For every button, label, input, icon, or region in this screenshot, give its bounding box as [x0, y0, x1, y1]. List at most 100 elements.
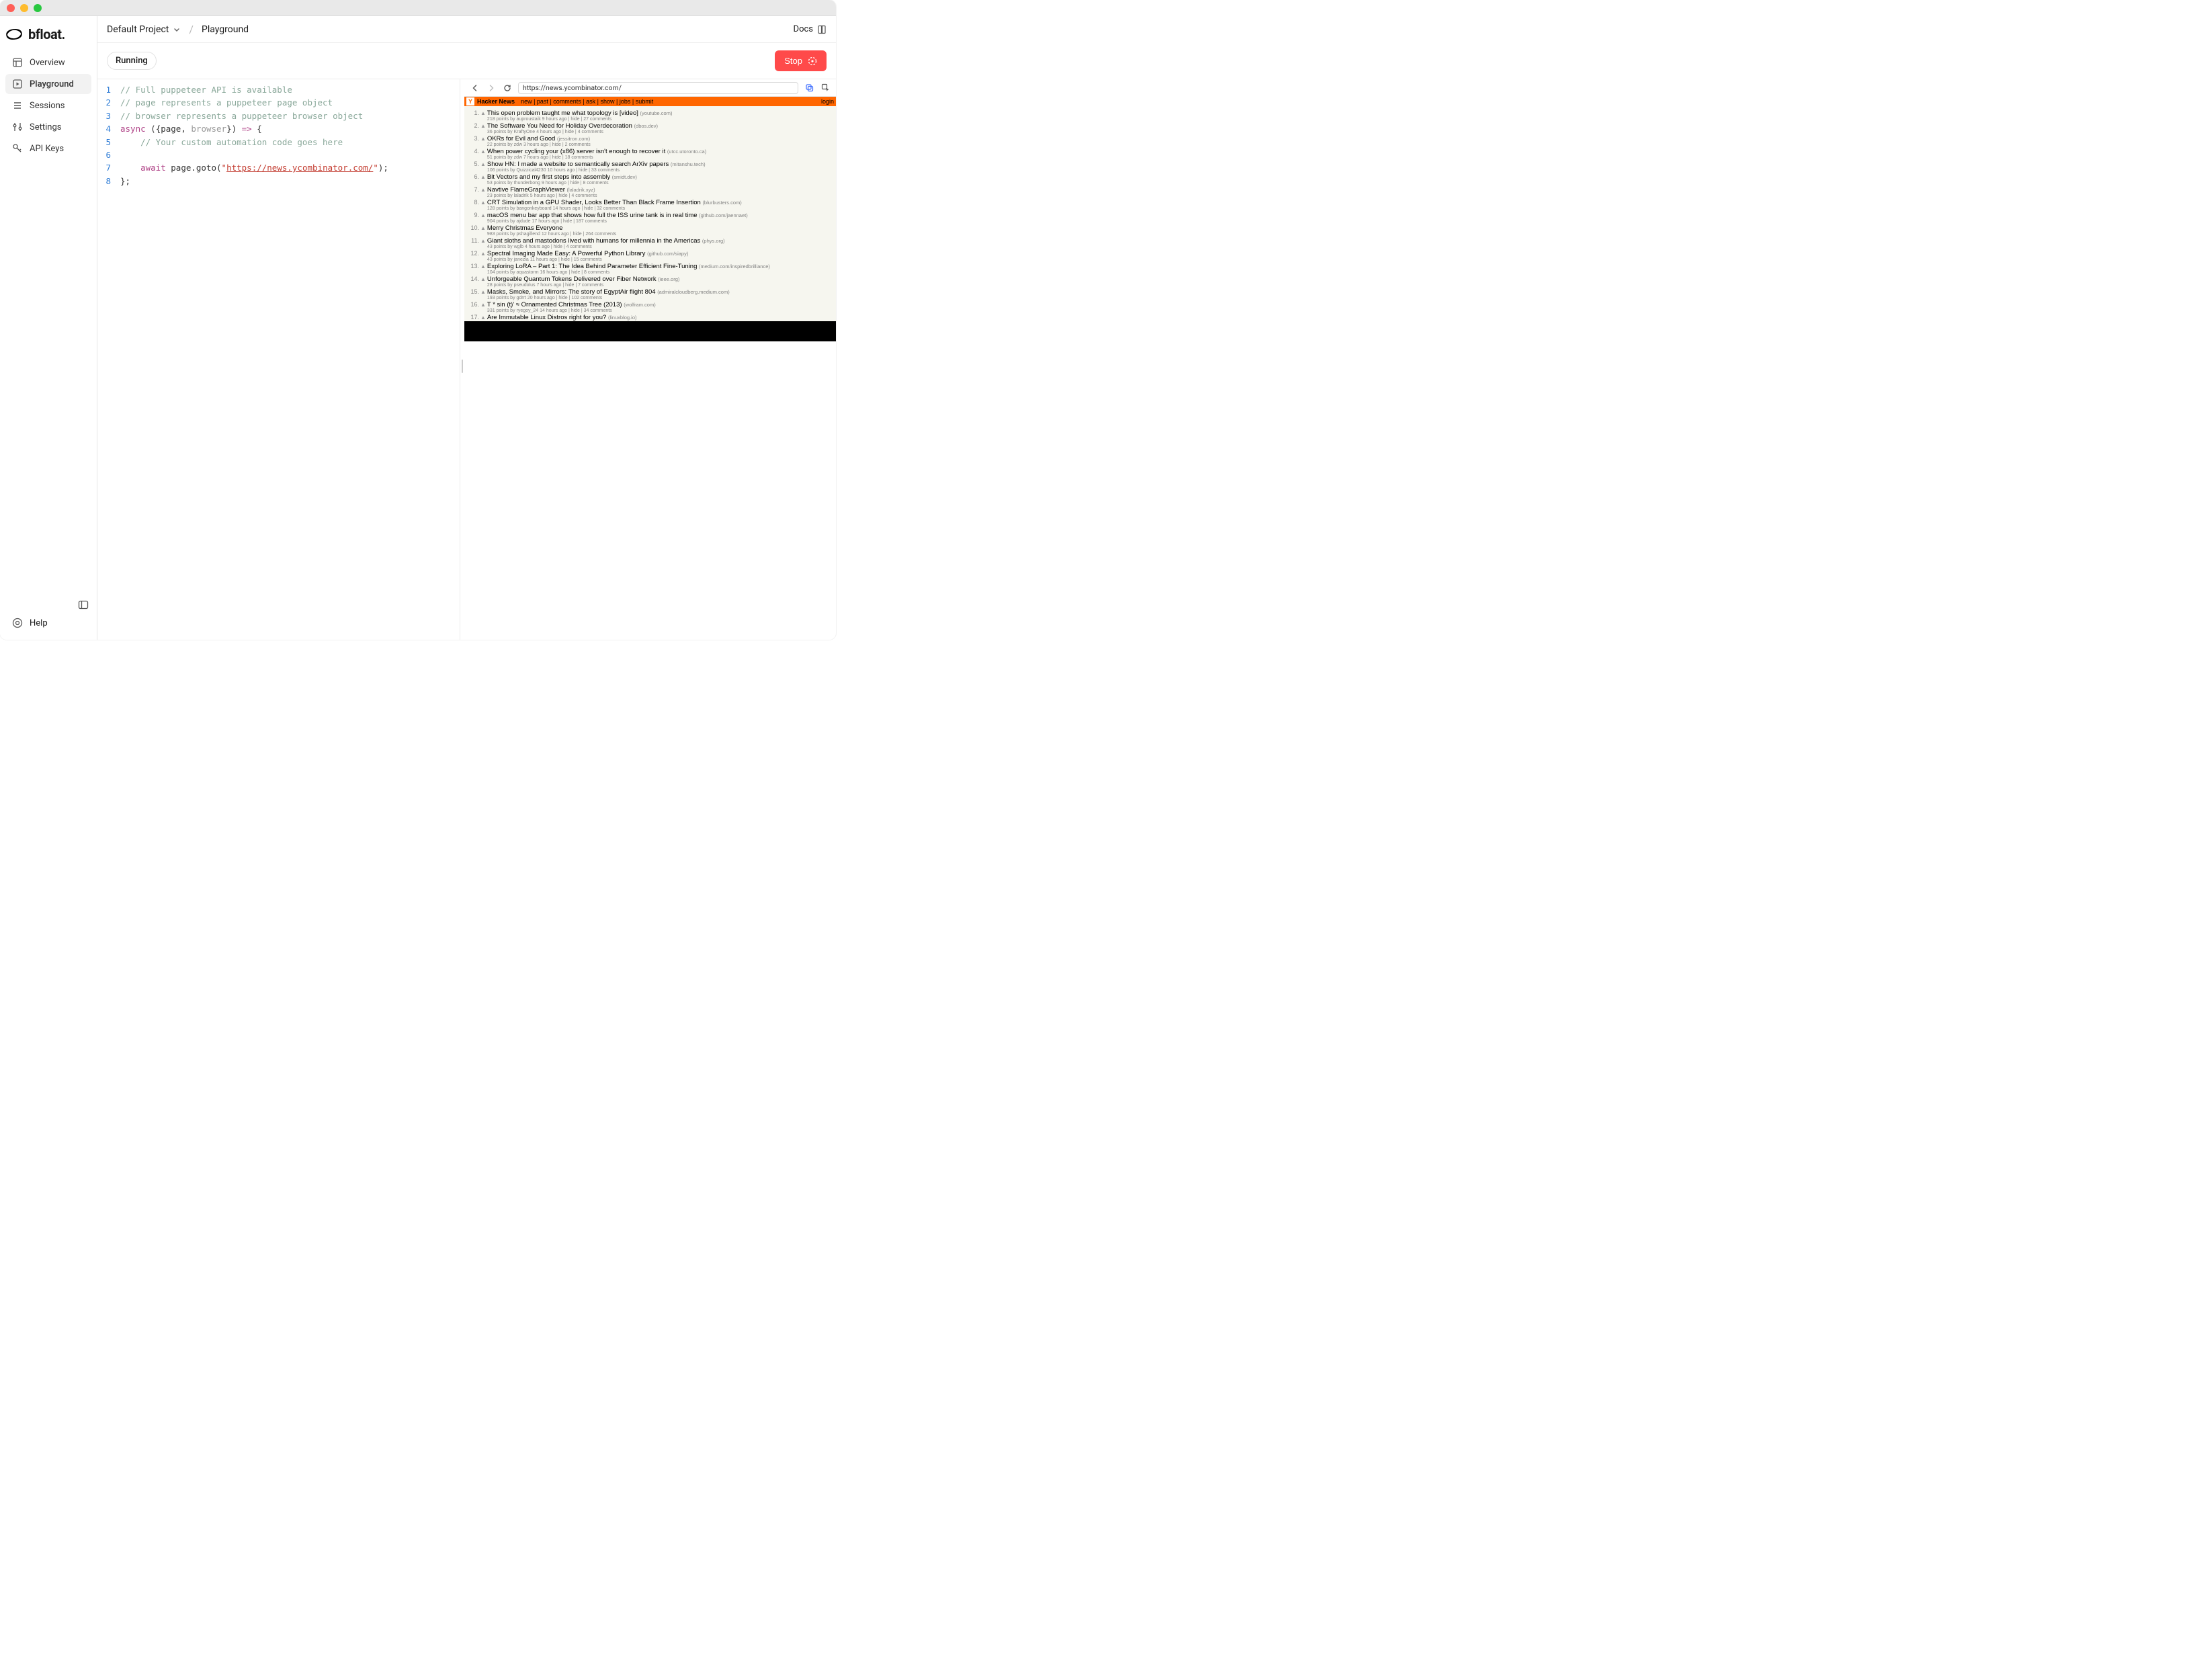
hn-story-subtext[interactable]: 43 points by wglb 4 hours ago | hide | 4…: [487, 245, 833, 249]
close-window-button[interactable]: [7, 4, 15, 12]
hn-upvote-icon[interactable]: ▲: [480, 237, 486, 249]
hn-story-subtext[interactable]: 23 points by laladrik 5 hours ago | hide…: [487, 194, 833, 198]
minimize-window-button[interactable]: [20, 4, 28, 12]
hn-story-domain[interactable]: (jessitron.com): [557, 136, 590, 142]
hn-story-subtext[interactable]: 193 points by gdrrt 20 hours ago | hide …: [487, 296, 833, 300]
hn-story-title[interactable]: This open problem taught me what topolog…: [487, 110, 638, 117]
hn-upvote-icon[interactable]: ▲: [480, 263, 486, 275]
hn-story-title[interactable]: Merry Christmas Everyone: [487, 224, 562, 232]
hn-story-subtext[interactable]: 51 points by zdw 7 hours ago | hide | 18…: [487, 155, 833, 160]
hn-story-title[interactable]: Bit Vectors and my first steps into asse…: [487, 173, 610, 181]
inspect-button[interactable]: [820, 83, 831, 93]
code-editor[interactable]: 1// Full puppeteer API is available2// p…: [97, 79, 460, 640]
hn-story-subtext[interactable]: 28 points by pseudolus 7 hours ago | hid…: [487, 283, 833, 288]
hn-story-title[interactable]: When power cycling your (x86) server isn…: [487, 148, 665, 155]
hn-story-subtext[interactable]: 218 points by auproustaik 9 hours ago | …: [487, 117, 833, 122]
code-line[interactable]: 6: [97, 149, 460, 161]
hn-story-domain[interactable]: (github.com/siapy): [647, 251, 688, 257]
sidebar-item-sessions[interactable]: Sessions: [5, 95, 91, 116]
stop-button[interactable]: Stop: [775, 50, 827, 71]
hn-story-title[interactable]: Unforgeable Quantum Tokens Delivered ove…: [487, 276, 657, 283]
hn-upvote-icon[interactable]: ▲: [480, 122, 486, 134]
hn-nav-jobs[interactable]: jobs: [620, 98, 631, 105]
hn-story-title[interactable]: Spectral Imaging Made Easy: A Powerful P…: [487, 250, 646, 257]
hn-upvote-icon[interactable]: ▲: [480, 186, 486, 198]
copy-url-button[interactable]: [804, 83, 814, 93]
hn-upvote-icon[interactable]: ▲: [480, 276, 486, 288]
sidebar-item-api-keys[interactable]: API Keys: [5, 138, 91, 159]
hn-story-title[interactable]: The Software You Need for Holiday Overde…: [487, 122, 632, 130]
hn-nav-past[interactable]: past: [537, 98, 548, 105]
hn-story-subtext[interactable]: 43 points by janezla 11 hours ago | hide…: [487, 257, 833, 262]
hn-story-title[interactable]: Exploring LoRA – Part 1: The Idea Behind…: [487, 263, 697, 270]
docs-link[interactable]: Docs: [794, 24, 827, 34]
sidebar-item-overview[interactable]: Overview: [5, 52, 91, 73]
code-line[interactable]: 2// page represents a puppeteer page obj…: [97, 96, 460, 109]
hn-story-subtext[interactable]: 22 points by zdw 3 hours ago | hide | 2 …: [487, 142, 833, 147]
hn-upvote-icon[interactable]: ▲: [480, 199, 486, 211]
hn-upvote-icon[interactable]: ▲: [480, 110, 486, 122]
hn-story-domain[interactable]: (ieee.org): [658, 276, 679, 282]
code-line[interactable]: 4async ({page, browser}) => {: [97, 122, 460, 135]
hn-story-subtext[interactable]: 904 points by ajdude 17 hours ago | hide…: [487, 219, 833, 224]
maximize-window-button[interactable]: [34, 4, 42, 12]
hn-story-subtext[interactable]: 36 points by KraftyOne 4 hours ago | hid…: [487, 130, 833, 134]
hn-story-domain[interactable]: (wolfram.com): [624, 302, 656, 308]
browser-forward-button[interactable]: [486, 83, 497, 93]
sidebar-item-playground[interactable]: Playground: [5, 74, 91, 94]
hn-login-link[interactable]: login: [821, 98, 834, 105]
hn-story-title[interactable]: Show HN: I made a website to semanticall…: [487, 161, 669, 168]
hn-story-subtext[interactable]: 331 points by ryegoy_24 14 hours ago | h…: [487, 308, 833, 313]
hn-upvote-icon[interactable]: ▲: [480, 301, 486, 313]
hn-story-subtext[interactable]: 106 points by Quizzical4230 10 hours ago…: [487, 168, 833, 173]
hn-story-title[interactable]: T * sin (t)' ≈ Ornamented Christmas Tree…: [487, 301, 622, 308]
sidebar-item-settings[interactable]: Settings: [5, 117, 91, 137]
hn-nav-show[interactable]: show: [601, 98, 615, 105]
hn-nav-ask[interactable]: ask: [586, 98, 595, 105]
hn-story-title[interactable]: OKRs for Evil and Good: [487, 135, 555, 142]
hn-story-title[interactable]: Are Immutable Linux Distros right for yo…: [487, 314, 606, 321]
hn-story-title[interactable]: Giant sloths and mastodons lived with hu…: [487, 237, 700, 245]
hn-nav-new[interactable]: new: [521, 98, 532, 105]
hn-upvote-icon[interactable]: ▲: [480, 148, 486, 160]
hn-story-domain[interactable]: (smidt.dev): [612, 174, 637, 180]
hn-story-domain[interactable]: (github.com/jaennaet): [699, 212, 748, 218]
hn-upvote-icon[interactable]: ▲: [480, 224, 486, 237]
hn-story-title[interactable]: CRT Simulation in a GPU Shader, Looks Be…: [487, 199, 701, 206]
hn-brand[interactable]: Hacker News: [477, 98, 515, 105]
hn-nav-comments[interactable]: comments: [553, 98, 581, 105]
browser-reload-button[interactable]: [502, 83, 513, 93]
hn-upvote-icon[interactable]: ▲: [480, 250, 486, 262]
hn-upvote-icon[interactable]: ▲: [480, 135, 486, 147]
hn-story-domain[interactable]: (linuxblog.io): [608, 314, 637, 321]
help-link[interactable]: Help: [5, 613, 91, 633]
hn-story-domain[interactable]: (dbos.dev): [634, 123, 658, 129]
hn-story-title[interactable]: Navtive FlameGraphViewer: [487, 186, 565, 194]
hn-upvote-icon[interactable]: ▲: [480, 173, 486, 185]
hn-story-title[interactable]: Masks, Smoke, and Mirrors: The story of …: [487, 288, 656, 296]
hn-story-subtext[interactable]: 983 points by pshagillend 12 hours ago |…: [487, 232, 833, 237]
project-selector[interactable]: Default Project: [107, 24, 181, 35]
hn-story-subtext[interactable]: 104 points by aquastorm 16 hours ago | h…: [487, 270, 833, 275]
code-line[interactable]: 8};: [97, 175, 460, 187]
code-line[interactable]: 1// Full puppeteer API is available: [97, 83, 460, 96]
hn-story-domain[interactable]: (mitanshu.tech): [671, 161, 706, 167]
browser-url-bar[interactable]: https://news.ycombinator.com/: [518, 82, 798, 94]
hn-upvote-icon[interactable]: ▲: [480, 212, 486, 224]
hn-story-domain[interactable]: (blurbusters.com): [702, 200, 741, 206]
hn-nav-submit[interactable]: submit: [636, 98, 654, 105]
collapse-sidebar-button[interactable]: [75, 597, 91, 613]
code-line[interactable]: 3// browser represents a puppeteer brows…: [97, 110, 460, 122]
hn-story-domain[interactable]: (laladrik.xyz): [567, 187, 595, 193]
hn-upvote-icon[interactable]: ▲: [480, 314, 486, 321]
code-line[interactable]: 7 await page.goto("https://news.ycombina…: [97, 161, 460, 174]
hn-logo-icon[interactable]: Y: [466, 97, 474, 106]
hn-story-subtext[interactable]: 53 points by thunderbong 9 hours ago | h…: [487, 181, 833, 185]
hn-story-domain[interactable]: (phys.org): [702, 238, 725, 244]
code-line[interactable]: 5 // Your custom automation code goes he…: [97, 136, 460, 149]
hn-story-domain[interactable]: (youtube.com): [640, 110, 673, 116]
hn-story-domain[interactable]: (admiralcloudberg.medium.com): [657, 289, 730, 295]
hn-story-subtext[interactable]: 128 points by bangonkeyboard 14 hours ag…: [487, 206, 833, 211]
browser-back-button[interactable]: [470, 83, 480, 93]
hn-story-domain[interactable]: (medium.com/inspiredbrilliance): [699, 263, 770, 269]
